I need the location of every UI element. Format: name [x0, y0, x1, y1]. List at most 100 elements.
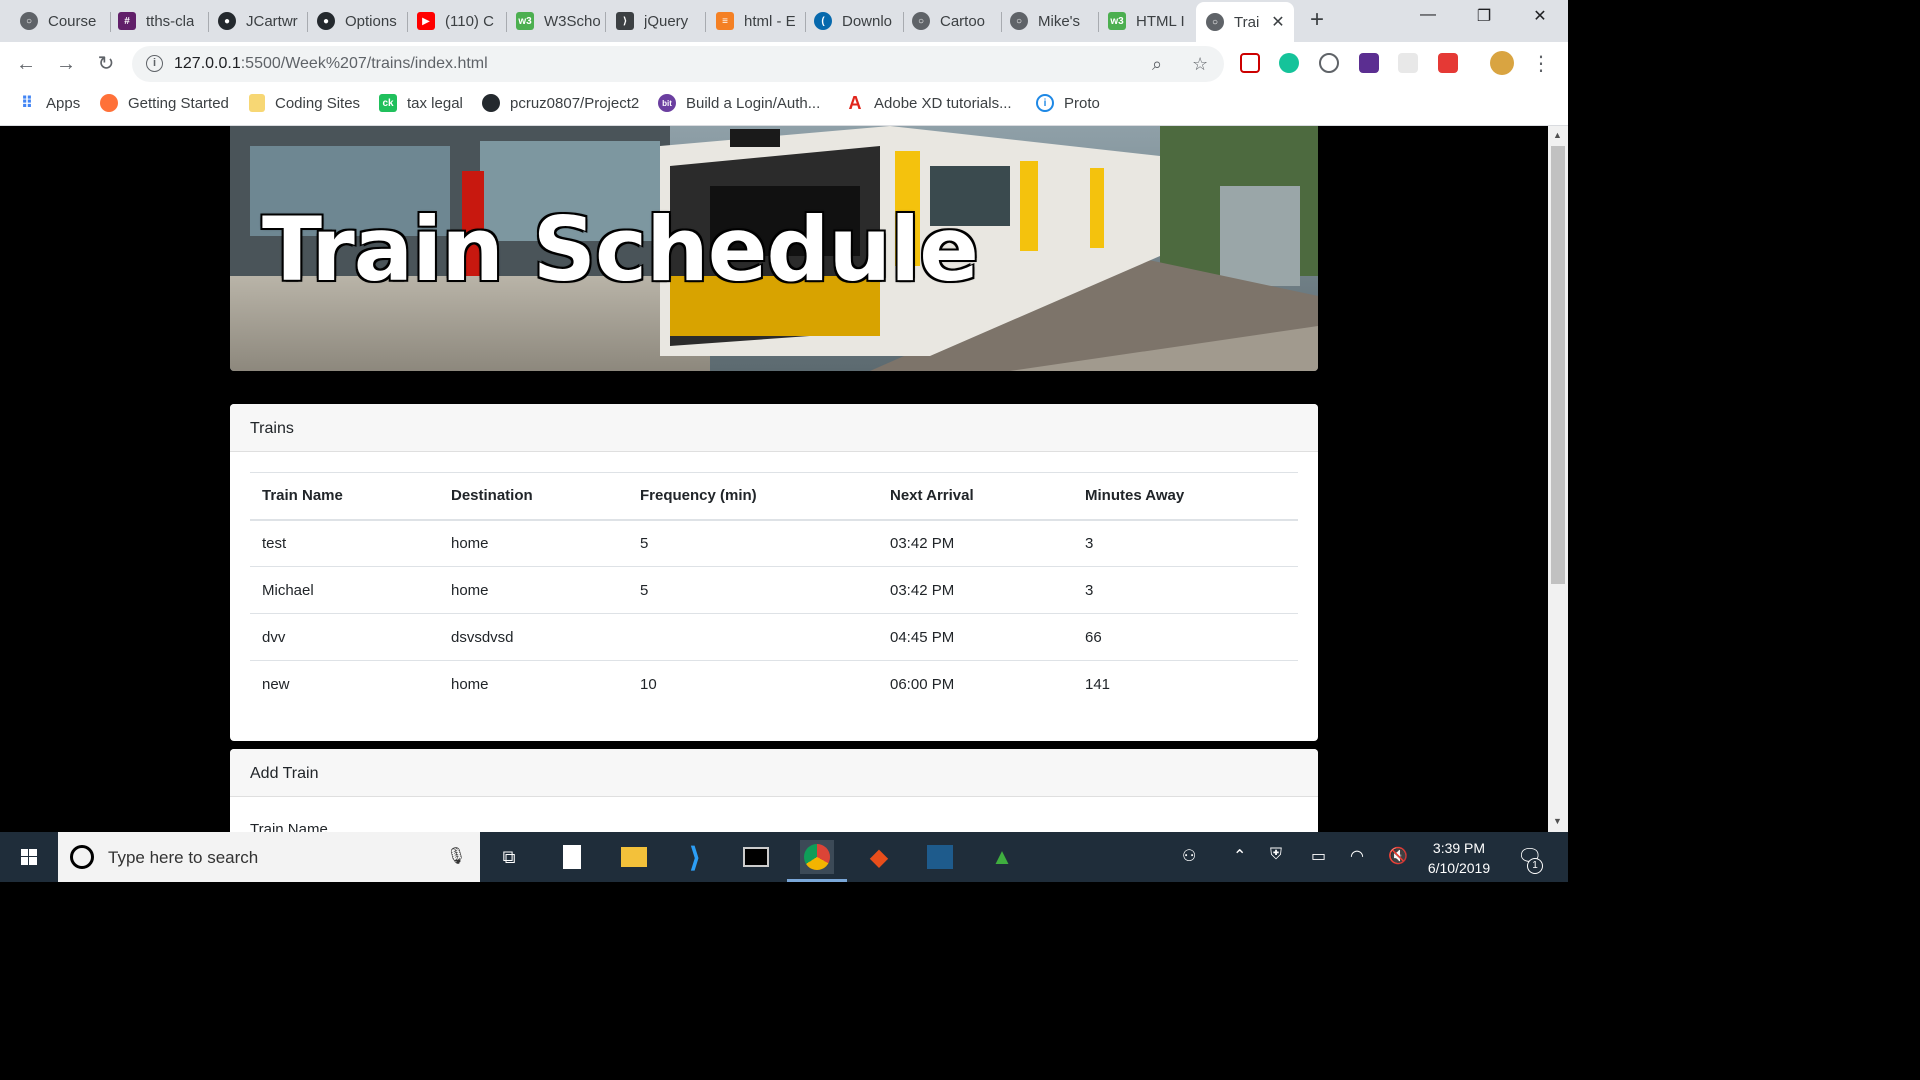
bookmark-label: Coding Sites [275, 94, 361, 112]
security-shield-icon[interactable]: ⛨ [1270, 846, 1282, 864]
scroll-down-icon[interactable]: ▼ [1553, 816, 1562, 826]
checkmark-extension-icon[interactable] [1359, 53, 1379, 73]
clock-date: 6/10/2019 [1427, 860, 1491, 876]
column-header-next-arrival: Next Arrival [878, 472, 1073, 521]
pocket-extension-icon[interactable] [1240, 53, 1260, 73]
tab-trains-active[interactable]: ○ Trai ✕ [1196, 2, 1294, 42]
trains-table: Train Name Destination Frequency (min) N… [250, 472, 1298, 708]
url-host: 127.0.0.1 [174, 55, 241, 72]
minimize-icon[interactable]: — [1408, 6, 1448, 24]
tab-stackoverflow[interactable]: ≡ html - E [716, 5, 798, 37]
tab-w3schools[interactable]: w3 W3Scho [516, 5, 600, 37]
page-viewport: Train Schedule Trains Train Name Destina… [0, 126, 1548, 832]
cell-frequency: 5 [640, 534, 649, 552]
reload-icon[interactable]: ↻ [92, 50, 120, 78]
page-scrollbar[interactable]: ▲ ▼ [1548, 126, 1568, 832]
cortana-icon [70, 845, 94, 869]
tab-html[interactable]: w3 HTML I [1108, 5, 1190, 37]
tab-download[interactable]: ( Downlo [814, 5, 896, 37]
cell-destination: home [439, 660, 628, 708]
mysql-workbench-icon[interactable] [923, 840, 957, 874]
tab-github-jcartwright[interactable]: ● JCartwr [218, 5, 300, 37]
close-tab-icon[interactable]: ✕ [1271, 12, 1284, 32]
tab-label: JCartwr [246, 12, 298, 30]
file-explorer-icon[interactable] [617, 840, 651, 874]
bookmark-apps[interactable]: ⠿ Apps [18, 94, 81, 113]
menu-icon[interactable]: ⋮ [1527, 50, 1555, 78]
bookmark-adobe-xd[interactable]: A Adobe XD tutorials... [846, 93, 1012, 113]
hero-banner: Train Schedule [230, 126, 1318, 371]
jquery-download-icon: ( [814, 12, 832, 30]
info-icon[interactable]: i [146, 55, 163, 72]
show-hidden-icons-icon[interactable]: ⌃ [1233, 846, 1246, 866]
blank-extension-icon[interactable] [1398, 53, 1418, 73]
cell-next-arrival: 03:42 PM [878, 566, 1073, 614]
apps-grid-icon: ⠿ [20, 95, 34, 112]
grammarly-extension-icon[interactable] [1279, 53, 1299, 73]
bookmark-project2[interactable]: pcruz0807/Project2 [482, 94, 639, 112]
tab-divider [805, 12, 806, 32]
clock-time: 3:39 PM [1432, 840, 1486, 856]
tab-label: Mike's [1038, 12, 1081, 30]
chrome-icon[interactable] [787, 840, 847, 882]
w3schools-icon: w3 [1108, 12, 1126, 30]
vscode-icon[interactable]: ⟩ [678, 840, 712, 874]
tab-divider [407, 12, 408, 32]
tab-jquery[interactable]: ⟩ jQuery [616, 5, 698, 37]
rocket-app-icon[interactable]: ▲ [985, 840, 1019, 874]
tab-slack[interactable]: # tths-cla [118, 5, 202, 37]
tab-label: Downlo [842, 12, 893, 30]
table-header-row: Train Name Destination Frequency (min) N… [250, 472, 1298, 521]
tab-mikes[interactable]: ○ Mike's [1010, 5, 1092, 37]
bookmark-proto[interactable]: i Proto [1036, 94, 1100, 112]
url-path: :5500/Week%207/trains/index.html [240, 55, 488, 72]
w3schools-icon: w3 [516, 12, 534, 30]
tab-course[interactable]: ○ Course [20, 5, 102, 37]
tab-label: jQuery [644, 12, 689, 30]
scroll-up-icon[interactable]: ▲ [1553, 130, 1562, 140]
cell-frequency [628, 613, 878, 661]
tab-cartoon[interactable]: ○ Cartoo [912, 5, 994, 37]
shield-extension-icon[interactable] [1438, 53, 1458, 73]
devtools-extension-icon[interactable] [1319, 53, 1339, 73]
url-text[interactable]: 127.0.0.1:5500/Week%207/trains/index.htm… [174, 55, 488, 73]
close-window-icon[interactable]: ✕ [1520, 6, 1560, 26]
microphone-icon[interactable]: 🎙 [446, 846, 466, 866]
back-icon[interactable]: ← [12, 50, 40, 78]
cell-next-arrival: 04:45 PM [878, 613, 1073, 661]
git-kraken-icon[interactable]: ◆ [862, 840, 896, 874]
bookmark-label: pcruz0807/Project2 [510, 94, 640, 112]
task-view-icon[interactable]: ⧉ [492, 840, 526, 874]
new-tab-button[interactable]: + [1310, 8, 1324, 32]
address-bar[interactable]: i 127.0.0.1:5500/Week%207/trains/index.h… [132, 46, 1224, 82]
star-icon[interactable]: ☆ [1192, 54, 1208, 75]
volume-muted-icon[interactable]: 🔇 [1388, 846, 1408, 866]
taskbar-search[interactable]: Type here to search 🎙 [58, 832, 480, 882]
bookmark-getting-started[interactable]: Getting Started [100, 94, 229, 112]
people-icon[interactable]: ⚇ [1182, 846, 1196, 866]
profile-avatar[interactable] [1490, 51, 1514, 75]
tab-label: W3Scho [544, 12, 600, 30]
search-placeholder: Type here to search [108, 848, 259, 867]
tab-github-options[interactable]: ● Options [317, 5, 403, 37]
wifi-icon[interactable]: ◠ [1350, 846, 1364, 866]
scrollbar-thumb[interactable] [1551, 146, 1565, 584]
start-button[interactable] [0, 832, 58, 882]
cell-train-name: Michael [250, 566, 439, 614]
file-icon[interactable] [555, 840, 589, 874]
cell-destination: dsvsdvsd [439, 613, 628, 661]
terminal-icon[interactable] [739, 840, 773, 874]
bookmark-build-login[interactable]: bit Build a Login/Auth... [658, 94, 820, 112]
bookmark-coding-sites[interactable]: Coding Sites [249, 94, 360, 112]
column-header-train-name: Train Name [250, 472, 439, 521]
tab-youtube[interactable]: ▶ (110) C [417, 5, 499, 37]
restore-icon[interactable]: ❐ [1464, 6, 1504, 26]
battery-icon[interactable]: ▭ [1311, 846, 1326, 866]
tab-divider [1001, 12, 1002, 32]
bookmark-label: Apps [46, 94, 81, 112]
taskbar-clock[interactable]: 3:39 PM 6/10/2019 [1418, 838, 1500, 878]
bookmark-tax-legal[interactable]: ck tax legal [379, 94, 463, 112]
forward-icon[interactable]: → [52, 50, 80, 78]
zoom-icon[interactable]: ⌕ [1152, 54, 1162, 75]
github-icon: ● [317, 12, 335, 30]
